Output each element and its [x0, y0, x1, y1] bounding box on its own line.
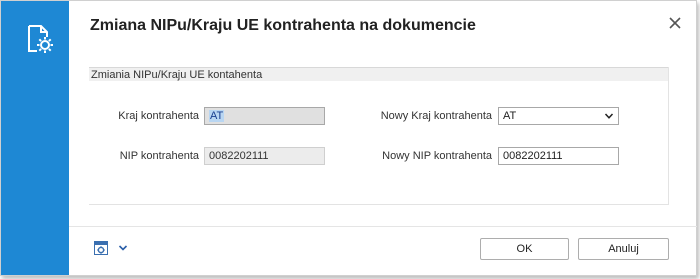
dialog-window: Zmiana NIPu/Kraju UE kontrahenta na doku…: [0, 0, 697, 276]
nowy-kraj-select[interactable]: AT: [498, 107, 619, 125]
close-icon[interactable]: [665, 13, 685, 33]
dialog-sidebar: [1, 1, 69, 275]
footer-divider: [69, 226, 697, 227]
ok-button[interactable]: OK: [480, 238, 569, 260]
chevron-down-icon: [604, 113, 614, 119]
nowy-nip-kontrahenta-label: Nowy NIP kontrahenta: [382, 150, 492, 162]
kraj-kontrahenta-label: Kraj kontrahenta: [118, 110, 199, 122]
nip-kontrahenta-label: NIP kontrahenta: [119, 150, 199, 162]
dialog-title: Zmiana NIPu/Kraju UE kontrahenta na doku…: [90, 17, 476, 34]
nowy-kraj-value: AT: [503, 110, 517, 122]
section-border-bottom: [89, 204, 668, 205]
document-gear-icon: [28, 25, 53, 53]
nowy-kraj-kontrahenta-label: Nowy Kraj kontrahenta: [380, 110, 492, 122]
chevron-down-icon[interactable]: [118, 244, 128, 252]
nowy-nip-input[interactable]: 0082202111: [498, 147, 619, 165]
section-header: Zmiania NIPu/Kraju UE kontahenta: [89, 67, 668, 81]
kraj-kontrahenta-field[interactable]: AT: [204, 107, 325, 125]
section-border-right: [668, 67, 669, 205]
cancel-button[interactable]: Anuluj: [578, 238, 669, 260]
kraj-kontrahenta-value: AT: [209, 110, 225, 122]
calculator-icon[interactable]: [94, 241, 108, 255]
nip-kontrahenta-field[interactable]: 0082202111: [204, 147, 325, 165]
